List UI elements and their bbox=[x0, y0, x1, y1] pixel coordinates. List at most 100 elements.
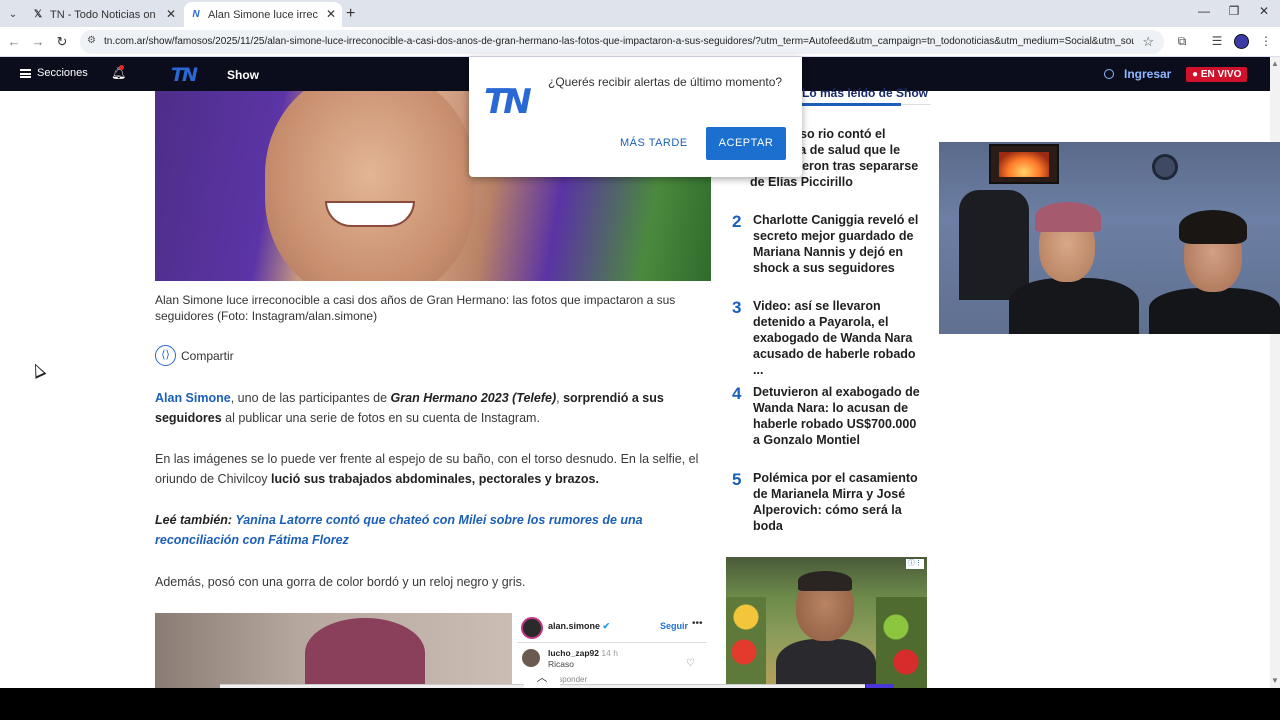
tab-strip: ⌄ 𝕏 TN - Todo Noticias on X: "Alan ✕ N A… bbox=[0, 0, 1280, 27]
ranking-item-3[interactable]: Video: así se llevaron detenido a Payaro… bbox=[753, 298, 921, 378]
notification-dot bbox=[119, 65, 124, 70]
text-run-bold: lució sus trabajados abdominales, pector… bbox=[271, 472, 599, 486]
commenter-name[interactable]: lucho_zap92 14 h bbox=[548, 648, 618, 658]
adchoices-icon[interactable]: ⓘ⋮ bbox=[906, 559, 924, 569]
ranking-number-3: 3 bbox=[732, 298, 742, 317]
instagram-username[interactable]: alan.simone ✔ bbox=[548, 621, 610, 632]
video-person-1-cap bbox=[1035, 202, 1101, 232]
ranking-item-2[interactable]: Charlotte Caniggia reveló el secreto mej… bbox=[753, 212, 921, 276]
more-options-icon[interactable]: ••• bbox=[692, 618, 703, 629]
share-label[interactable]: Compartir bbox=[181, 349, 234, 363]
hamburger-icon bbox=[20, 68, 31, 78]
tab-title: TN - Todo Noticias on X: "Alan bbox=[50, 8, 156, 21]
heart-icon[interactable]: ♡ bbox=[686, 658, 695, 669]
url-text: tn.com.ar/show/famosos/2025/11/25/alan-s… bbox=[104, 36, 1134, 47]
ad-person-hair bbox=[798, 571, 852, 591]
user-icon bbox=[1104, 69, 1114, 79]
tab-x-post[interactable]: 𝕏 TN - Todo Noticias on X: "Alan ✕ bbox=[26, 2, 182, 27]
image-caption: Alan Simone luce irreconocible a casi do… bbox=[155, 293, 676, 323]
instagram-avatar[interactable] bbox=[521, 617, 543, 639]
ranking-item-4[interactable]: Detuvieron al exabogado de Wanda Nara: l… bbox=[753, 384, 921, 448]
video-gaming-chair bbox=[959, 190, 1029, 300]
later-button[interactable]: MÁS TARDE bbox=[620, 137, 688, 149]
close-tab-icon[interactable]: ✕ bbox=[324, 7, 338, 21]
close-tab-icon[interactable]: ✕ bbox=[164, 7, 178, 21]
notification-prompt-dialog: TN ¿Querés recibir alertas de último mom… bbox=[469, 57, 802, 177]
comment-time: 14 h bbox=[601, 648, 618, 658]
divider bbox=[517, 642, 707, 643]
floating-video-player[interactable] bbox=[939, 142, 1280, 334]
article-paragraph: En las imágenes se lo puede ver frente a… bbox=[155, 449, 715, 489]
instagram-post-image[interactable] bbox=[155, 613, 512, 688]
back-icon[interactable]: ← bbox=[5, 33, 23, 51]
instagram-follow-button[interactable]: Seguir bbox=[660, 621, 688, 631]
text-run-italic: Gran Hermano 2023 (Telefe) bbox=[390, 391, 557, 405]
sidebar-title: Lo más leído de Show bbox=[802, 86, 929, 100]
minimize-icon[interactable]: — bbox=[1190, 4, 1218, 18]
divider bbox=[901, 104, 931, 105]
popup-tn-logo: TN bbox=[484, 82, 532, 122]
tab-search-icon[interactable]: ⌄ bbox=[4, 5, 22, 23]
new-tab-button[interactable]: + bbox=[346, 5, 355, 23]
tab-title: Alan Simone luce irreconocible bbox=[208, 8, 318, 21]
site-info-icon[interactable]: ⚙ bbox=[87, 35, 96, 46]
show-section-link[interactable]: Show bbox=[227, 68, 259, 82]
article-paragraph: Alan Simone, uno de las participantes de… bbox=[155, 388, 715, 428]
live-button[interactable]: ● EN VIVO bbox=[1186, 67, 1248, 82]
alan-simone-link[interactable]: Alan Simone bbox=[155, 391, 231, 405]
ranking-number-5: 5 bbox=[732, 470, 742, 489]
text-run: al publicar una serie de fotos en su cue… bbox=[221, 411, 540, 425]
article-paragraph: Además, posó con una gorra de color bord… bbox=[155, 575, 526, 589]
chevron-up-icon[interactable]: ︿ bbox=[524, 668, 560, 688]
tab-tn-article[interactable]: N Alan Simone luce irreconocible ✕ bbox=[184, 2, 342, 27]
tn-logo[interactable]: TN bbox=[171, 64, 198, 86]
media-icon[interactable]: ☰ bbox=[1209, 34, 1225, 48]
ad-fruits-right bbox=[876, 597, 927, 688]
ranking-item-5[interactable]: Polémica por el casamiento de Marianela … bbox=[753, 470, 921, 534]
forward-icon[interactable]: → bbox=[29, 33, 47, 51]
tn-favicon-icon: N bbox=[192, 9, 200, 20]
login-button[interactable]: Ingresar bbox=[1104, 67, 1171, 81]
ad-person-body bbox=[776, 639, 876, 688]
screen-bottom-border bbox=[0, 688, 1280, 720]
reload-icon[interactable]: ↻ bbox=[53, 33, 71, 51]
ig-username-text: alan.simone bbox=[548, 621, 601, 631]
profile-avatar[interactable] bbox=[1234, 34, 1249, 49]
secciones-menu-button[interactable]: Secciones bbox=[20, 67, 88, 79]
x-logo-icon: 𝕏 bbox=[33, 9, 43, 20]
extensions-icon[interactable]: ⧉ bbox=[1174, 34, 1190, 49]
ranking-number-2: 2 bbox=[732, 212, 742, 231]
bookmark-star-icon[interactable]: ☆ bbox=[1142, 34, 1154, 50]
text-run: , uno de las participantes de bbox=[230, 391, 391, 405]
menu-kebab-icon[interactable]: ⋮ bbox=[1258, 34, 1274, 48]
commenter-name-text: lucho_zap92 bbox=[548, 648, 600, 658]
share-icon[interactable]: ⟨⟩ bbox=[155, 345, 176, 366]
post-cap bbox=[305, 618, 425, 688]
restore-icon[interactable]: ❐ bbox=[1220, 4, 1248, 18]
login-label: Ingresar bbox=[1124, 67, 1172, 81]
read-also-label: Leé también: bbox=[155, 513, 233, 527]
video-person-1-body bbox=[1009, 278, 1139, 334]
mouse-cursor-icon bbox=[29, 361, 47, 379]
video-wall-clock bbox=[1152, 154, 1178, 180]
video-fireplace bbox=[999, 152, 1049, 177]
ad-fruits-left bbox=[726, 597, 766, 688]
advertisement-image[interactable]: ⓘ⋮ bbox=[726, 557, 927, 688]
ranking-number-4: 4 bbox=[732, 384, 742, 403]
browser-window: ⌄ 𝕏 TN - Todo Noticias on X: "Alan ✕ N A… bbox=[0, 0, 1280, 720]
hero-face bbox=[265, 91, 475, 281]
read-also-paragraph: Leé también: Yanina Latorre contó que ch… bbox=[155, 510, 715, 550]
video-person-2-body bbox=[1149, 288, 1280, 334]
scroll-down-icon[interactable]: ▼ bbox=[1271, 676, 1279, 685]
video-person-2-hair bbox=[1179, 210, 1247, 244]
accept-button[interactable]: ACEPTAR bbox=[706, 127, 786, 160]
secciones-label: Secciones bbox=[37, 67, 88, 79]
close-window-icon[interactable]: ✕ bbox=[1250, 4, 1278, 18]
browser-toolbar: ← → ↻ ⚙ tn.com.ar/show/famosos/2025/11/2… bbox=[0, 27, 1280, 57]
popup-question: ¿Querés recibir alertas de último moment… bbox=[548, 75, 783, 89]
hero-smile bbox=[325, 201, 415, 227]
verified-badge-icon: ✔ bbox=[602, 621, 611, 631]
scroll-up-icon[interactable]: ▲ bbox=[1271, 59, 1279, 68]
address-bar[interactable]: ⚙ tn.com.ar/show/famosos/2025/11/25/alan… bbox=[80, 30, 1164, 54]
commenter-avatar[interactable] bbox=[522, 649, 540, 667]
